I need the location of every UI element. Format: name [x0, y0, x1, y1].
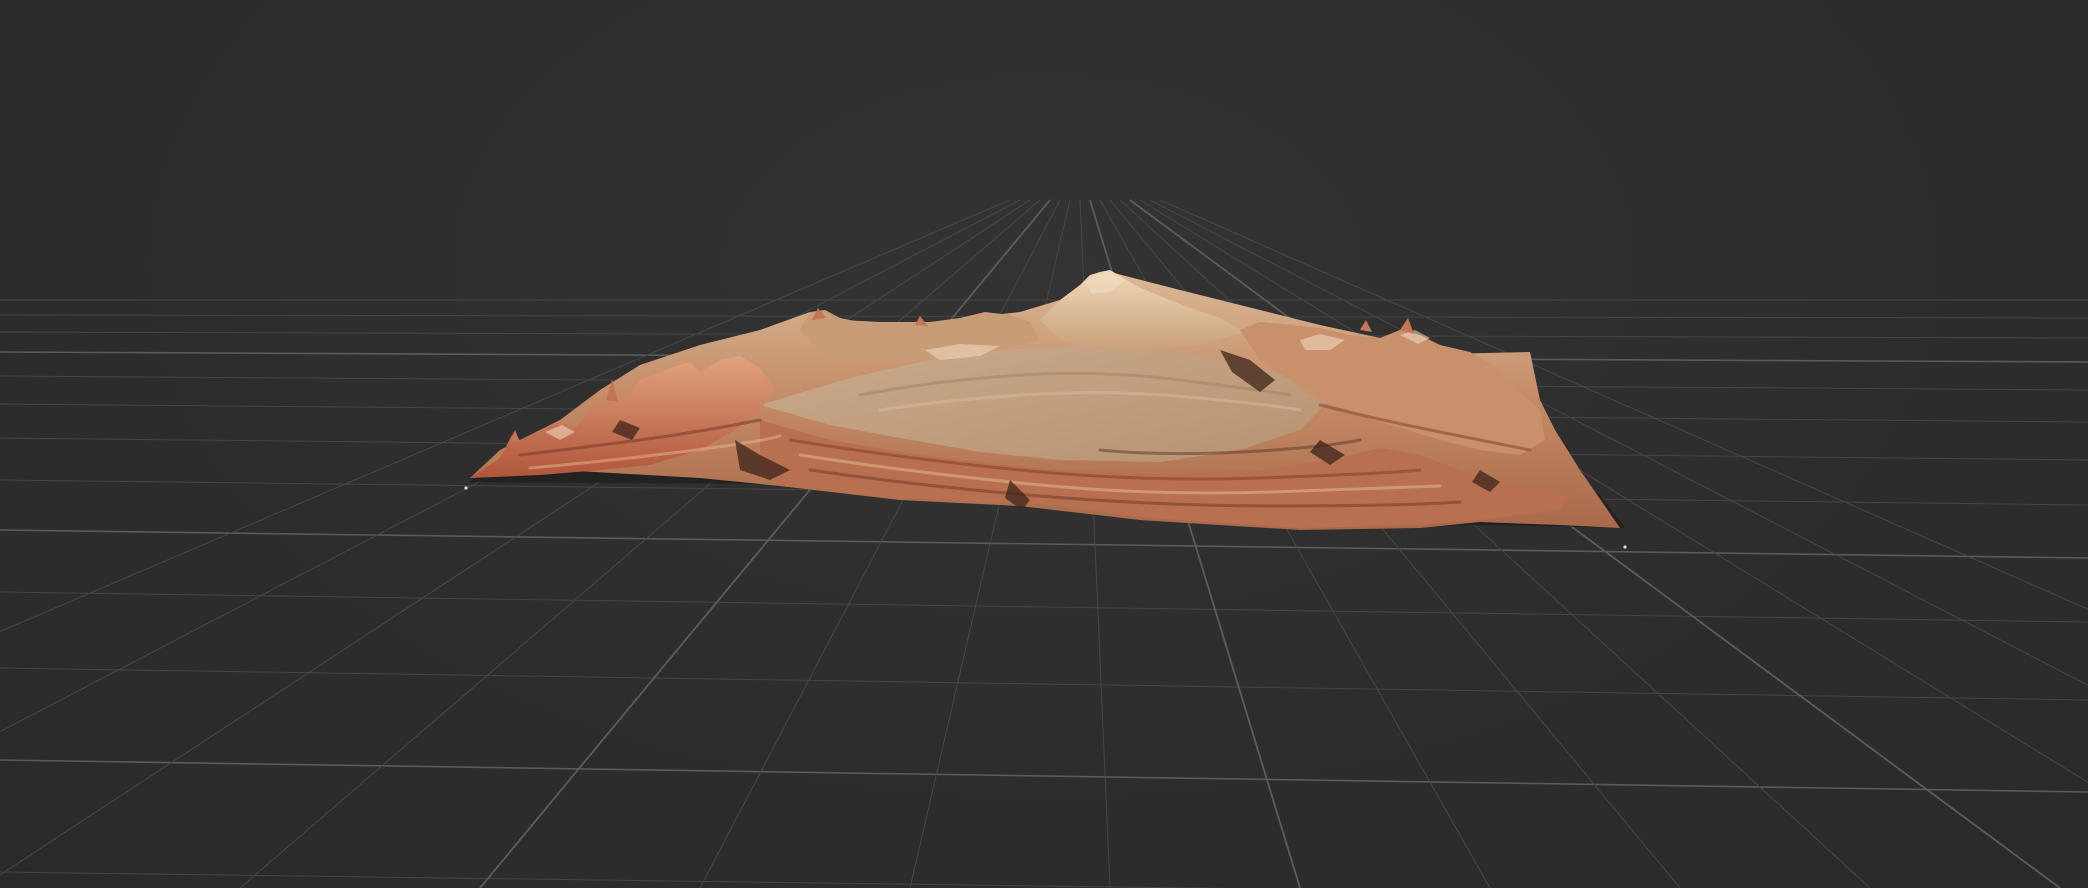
3d-viewport[interactable] — [0, 0, 2088, 888]
terrain-model[interactable] — [0, 0, 2088, 888]
